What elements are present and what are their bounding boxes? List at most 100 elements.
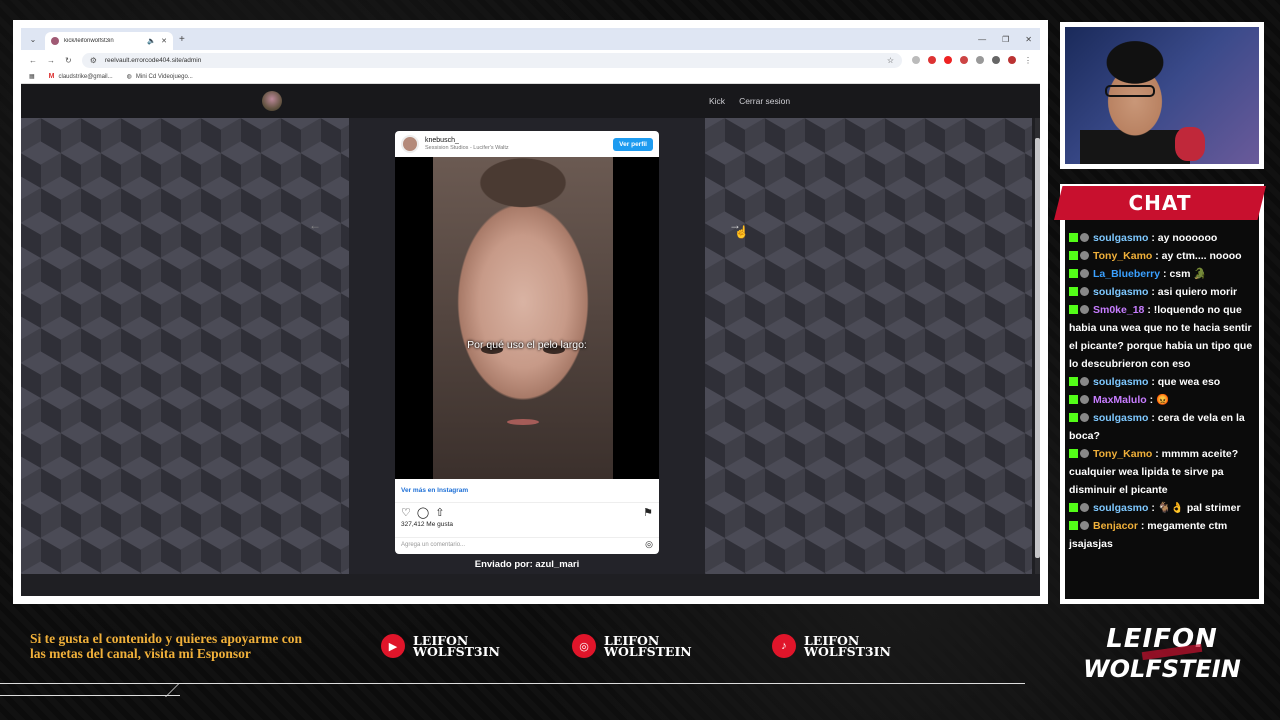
chat-username[interactable]: La_Blueberry (1093, 268, 1160, 280)
speaker-icon[interactable]: 🔈 (147, 37, 156, 45)
site-nav: Kick Cerrar sesion (709, 96, 790, 106)
sponsor-promo-text: Si te gusta el contenido y quieres apoya… (30, 631, 302, 661)
media-icon[interactable] (992, 56, 1000, 64)
logo-line2: WOLFSTEIN (1083, 655, 1241, 683)
tab-bar: ⌄ kick/leifonwolfst3in 🔈 ✕ + — ❐ ✕ (21, 28, 1040, 50)
chat-username[interactable]: soulgasmo (1093, 502, 1148, 514)
site-info-icon[interactable]: ⚙ (90, 56, 97, 65)
kick-badge-icon (1069, 377, 1078, 386)
page-scrollbar[interactable] (1035, 118, 1040, 574)
site-logo-avatar[interactable] (262, 91, 282, 111)
bookmark-label: claudstrike@gmail... (58, 73, 113, 80)
social-handle: LEIFON WOLFST3IN (413, 634, 500, 658)
cube-pattern-right (705, 118, 1032, 574)
tab-favicon-icon (51, 37, 59, 45)
extension-icon[interactable] (912, 56, 920, 64)
bookmark-star-icon[interactable]: ☆ (887, 56, 894, 65)
chat-message: soulgasmo : cera de vela en la boca? (1069, 409, 1257, 445)
chat-text: : que wea eso (1151, 376, 1221, 388)
glasses (1105, 85, 1155, 97)
chat-message: soulgasmo : ay noooooo (1069, 229, 1257, 247)
minimize-icon[interactable]: — (978, 35, 986, 44)
chat-username[interactable]: Tony_Kamo (1093, 448, 1152, 460)
chat-panel: soulgasmo : ay noooooo Tony_Kamo : ay ctm… (1065, 189, 1259, 599)
ig-video[interactable]: Por qué uso el pelo largo: (395, 157, 659, 479)
chat-message: soulgasmo : 🐐👌 pal strimer (1069, 499, 1257, 517)
view-more-link[interactable]: Ver más en Instagram (395, 479, 659, 503)
tab-close-icon[interactable]: ✕ (161, 37, 167, 45)
streamer (1080, 39, 1190, 164)
restore-icon[interactable]: ❐ (1002, 35, 1009, 44)
bookmark-mini-cd[interactable]: ◍ Mini Cd Videojuego... (127, 73, 193, 81)
bookmark-gmail[interactable]: M claudstrike@gmail... (49, 73, 113, 80)
nav-kick-link[interactable]: Kick (709, 96, 725, 106)
chat-username[interactable]: Sm0ke_18 (1093, 304, 1144, 316)
chat-frame: soulgasmo : ay noooooo Tony_Kamo : ay ctm… (1060, 184, 1264, 604)
like-heart-icon[interactable]: ♡ (401, 506, 411, 519)
handle-line2: WOLFST3IN (804, 644, 891, 659)
nav-logout-link[interactable]: Cerrar sesion (739, 96, 790, 106)
ig-header: knebusch_ Sessision Studios - Lucifer's … (395, 131, 659, 157)
kick-badge-icon (1069, 449, 1078, 458)
ig-username[interactable]: knebusch_ (425, 137, 509, 145)
chat-username[interactable]: soulgasmo (1093, 376, 1148, 388)
microphone (1175, 127, 1205, 161)
chat-message: soulgasmo : asi quiero morir (1069, 283, 1257, 301)
ig-audio-subtitle: Sessision Studios - Lucifer's Waltz (425, 145, 509, 151)
browser-window: ⌄ kick/leifonwolfst3in 🔈 ✕ + — ❐ ✕ ← → ↻… (21, 28, 1040, 596)
social-tiktok: ♪ LEIFON WOLFST3IN (772, 634, 891, 658)
chat-username[interactable]: Benjacor (1093, 520, 1138, 532)
scrollbar-thumb[interactable] (1035, 138, 1040, 558)
kick-badge-icon (1069, 395, 1078, 404)
tab-active[interactable]: kick/leifonwolfst3in 🔈 ✕ (45, 32, 173, 50)
ig-avatar[interactable] (401, 135, 419, 153)
previous-arrow-icon[interactable]: ← (309, 218, 321, 232)
reload-icon[interactable]: ↻ (65, 56, 72, 65)
instagram-embed: knebusch_ Sessision Studios - Lucifer's … (395, 131, 659, 554)
handle-line2: WOLFSTEIN (604, 644, 692, 659)
chat-username[interactable]: soulgasmo (1093, 286, 1148, 298)
kick-badge-icon (1069, 503, 1078, 512)
new-tab-icon[interactable]: + (179, 34, 185, 45)
subscriber-badge-icon (1080, 377, 1089, 386)
social-instagram: ◎ LEIFON WOLFSTEIN (572, 634, 692, 658)
forward-icon[interactable]: → (47, 56, 55, 65)
comment-icon[interactable]: ◯ (417, 506, 429, 519)
webcam-frame (1060, 22, 1264, 169)
kick-badge-icon (1069, 287, 1078, 296)
view-profile-button[interactable]: Ver perfil (613, 137, 653, 151)
subscriber-badge-icon (1080, 305, 1089, 314)
menu-kebab-icon[interactable]: ⋮ (1024, 56, 1032, 65)
chat-text: : ay ctm.... noooo (1155, 250, 1242, 262)
chat-title: CHAT (1054, 186, 1266, 220)
chat-text: : asi quiero morir (1151, 286, 1238, 298)
social-handle: LEIFON WOLFSTEIN (604, 634, 692, 659)
adblock-icon[interactable] (928, 56, 936, 64)
chat-username[interactable]: MaxMalulo (1093, 394, 1147, 406)
share-icon[interactable]: ⇧ (435, 506, 444, 519)
kick-badge-icon (1069, 251, 1078, 260)
subscriber-badge-icon (1080, 521, 1089, 530)
footer-divider (0, 683, 1025, 684)
comment-field[interactable]: Agrega un comentario... ◎ (395, 537, 659, 551)
chat-message: Tony_Kamo : ay ctm.... noooo (1069, 247, 1257, 265)
kick-badge-icon (1069, 233, 1078, 242)
instagram-logo-icon[interactable]: ◎ (645, 539, 653, 550)
puzzle-icon[interactable] (976, 56, 984, 64)
subscriber-badge-icon (1080, 413, 1089, 422)
video-caption: Por qué uso el pelo largo: (467, 339, 587, 351)
chat-username[interactable]: soulgasmo (1093, 412, 1148, 424)
tab-search-chevron-icon[interactable]: ⌄ (27, 35, 39, 44)
back-icon[interactable]: ← (29, 56, 37, 65)
url-field[interactable]: ⚙ reelvault.errorcode404.site/admin ☆ (81, 52, 902, 68)
bookmark-label: Mini Cd Videojuego... (135, 73, 193, 80)
youtube-icon: ▶ (381, 634, 405, 658)
window-close-icon[interactable]: ✕ (1025, 35, 1032, 44)
chat-username[interactable]: soulgasmo (1093, 232, 1148, 244)
opera-icon[interactable] (944, 56, 952, 64)
save-bookmark-icon[interactable]: ⚑ (643, 506, 653, 519)
apps-grid-icon[interactable]: ▦ (29, 73, 35, 80)
profile-avatar-icon[interactable] (1008, 56, 1016, 64)
chat-username[interactable]: Tony_Kamo (1093, 250, 1152, 262)
gmail-extension-icon[interactable] (960, 56, 968, 64)
